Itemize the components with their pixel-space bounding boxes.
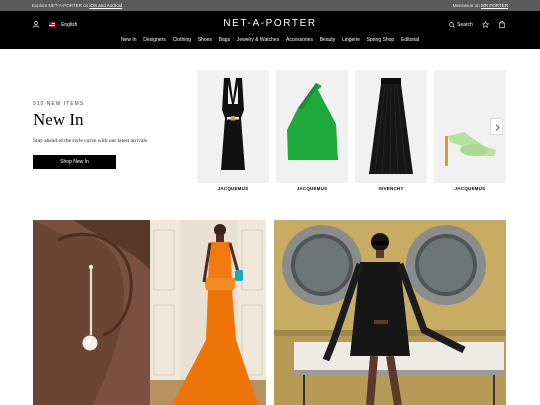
promo-right: Menswear on MR PORTER [453,3,508,8]
search-icon[interactable] [449,21,455,28]
nav-item-editorial[interactable]: Editorial [398,37,423,43]
product-card[interactable] [276,70,348,183]
nav-item-lingerie[interactable]: Lingerie [339,37,364,43]
product-card[interactable] [355,70,427,183]
product-brand[interactable]: JACQUEMUS [197,186,269,191]
nav-item-spring-shop[interactable]: Spring Shop [363,37,397,43]
section-title: New In [33,110,84,129]
product-brand[interactable]: GIVENCHY [355,186,427,191]
earring-image [33,220,150,405]
promo-bar: Explore NET-A-PORTER on iOS and Android … [0,0,540,11]
promo-right-text: Menswear on [452,2,480,8]
mr-porter-link[interactable]: MR PORTER [481,3,508,8]
star-icon[interactable] [482,20,489,28]
nav-item-designers[interactable]: Designers [140,37,169,43]
section-subtitle: Stay ahead of the style curve with our l… [33,138,148,144]
shopping-bag-icon[interactable] [499,21,505,28]
nav-item-beauty[interactable]: Beauty [316,37,338,43]
black-dress-image [274,220,506,405]
main-nav: New In Designers Clothing Shoes Bags Jew… [0,37,540,43]
editorial-tile-earring[interactable] [33,220,150,405]
site-header: · English NET-A-PORTER Search New In Des… [0,11,540,49]
nav-item-jewelry-watches[interactable]: Jewelry & Watches [233,37,282,43]
promo-left-text: Explore NET-A-PORTER on [32,2,89,8]
product-card[interactable] [197,70,269,183]
product-image-black-skirt [355,70,427,183]
new-items-count: 910 NEW ITEMS [33,101,85,107]
product-brand[interactable]: JACQUEMUS [434,186,506,191]
nav-item-shoes[interactable]: Shoes [194,37,215,43]
shop-new-in-button[interactable]: Shop New In [33,155,116,169]
nav-item-bags[interactable]: Bags [215,37,233,43]
promo-left: Explore NET-A-PORTER on iOS and Android [32,3,122,8]
nav-item-accessories[interactable]: Accessories [283,37,317,43]
nav-item-clothing[interactable]: Clothing [169,37,194,43]
nav-item-new-in[interactable]: New In [118,37,140,43]
chevron-right-icon [495,124,500,131]
app-download-link[interactable]: iOS and Android [89,3,122,8]
editorial-tile-gown[interactable] [150,220,266,405]
product-image-green-top [276,70,348,183]
product-brand[interactable]: JACQUEMUS [276,186,348,191]
search-button[interactable]: Search [457,22,473,28]
carousel-next-button[interactable] [490,118,503,135]
editorial-tile-laundromat[interactable] [274,220,506,405]
product-image-black-dress [197,70,269,183]
orange-gown-image [150,220,266,405]
